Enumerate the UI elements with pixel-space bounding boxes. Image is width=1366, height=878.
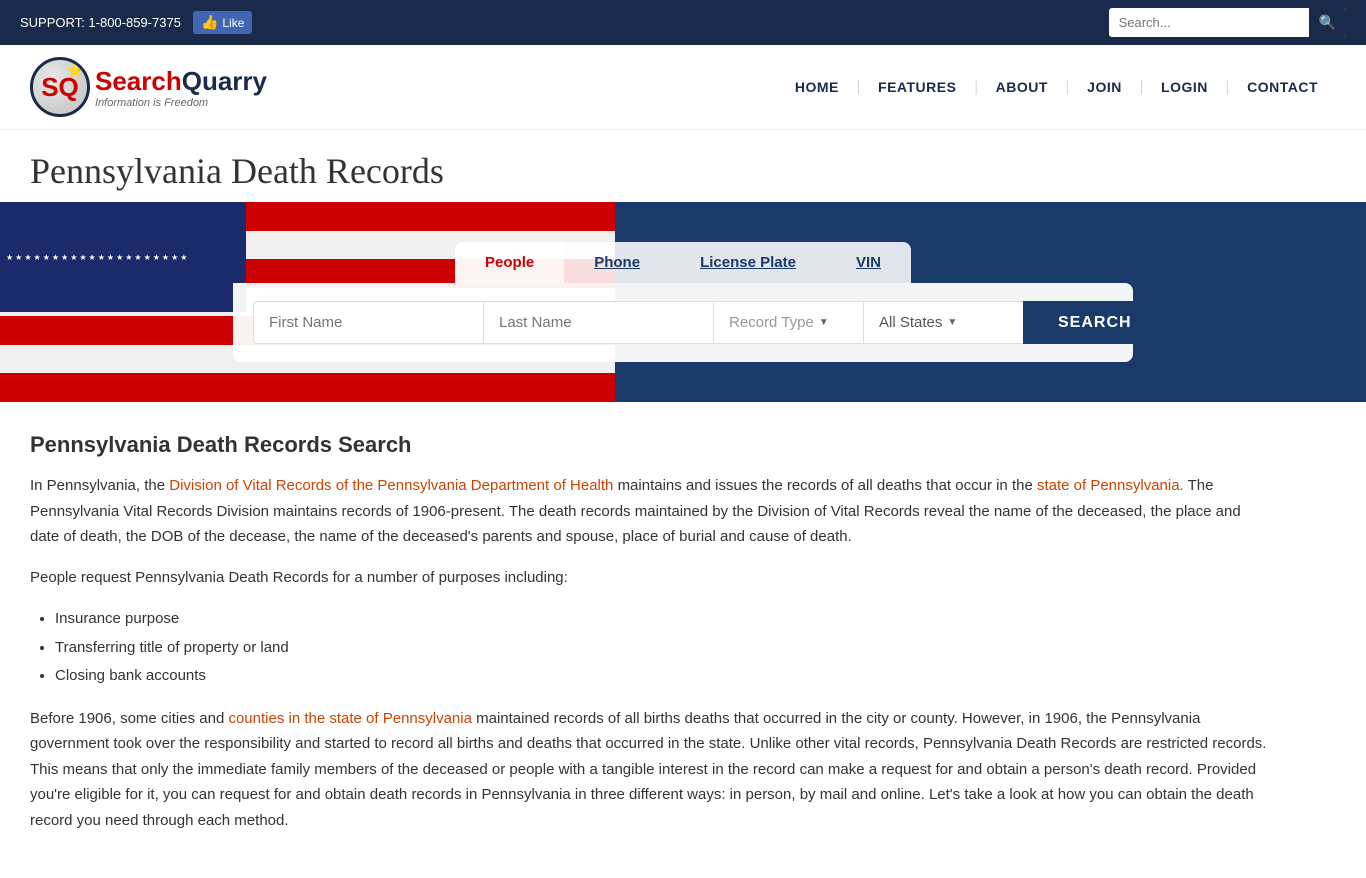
page-title-area: Pennsylvania Death Records xyxy=(0,130,1366,202)
support-phone[interactable]: 1-800-859-7375 xyxy=(88,15,181,30)
star-icon: ★ xyxy=(34,253,41,262)
list-item-bank: Closing bank accounts xyxy=(55,662,1270,691)
support-text: SUPPORT: 1-800-859-7375 xyxy=(20,15,181,30)
list-item-property: Transferring title of property or land xyxy=(55,634,1270,663)
nav-about[interactable]: ABOUT xyxy=(978,79,1066,95)
p1-link-state[interactable]: state of Pennsylvania. xyxy=(1037,477,1184,494)
main-content: Pennsylvania Death Records Search In Pen… xyxy=(0,402,1300,878)
logo-initials: SQ xyxy=(41,72,79,103)
nav-home[interactable]: HOME xyxy=(777,79,857,95)
star-icon: ★ xyxy=(171,253,178,262)
star-icon: ★ xyxy=(79,253,86,262)
tab-people[interactable]: People xyxy=(455,242,564,283)
star-icon: ★ xyxy=(6,253,13,262)
support-label: SUPPORT: xyxy=(20,15,85,30)
logo-icon: SQ ⭐ xyxy=(30,57,90,117)
purposes-list: Insurance purpose Transferring title of … xyxy=(55,605,1270,691)
tab-license-plate[interactable]: License Plate xyxy=(670,242,826,283)
p1-link-vital-records[interactable]: Division of Vital Records of the Pennsyl… xyxy=(169,477,613,494)
star-icon: ★ xyxy=(144,253,151,262)
fb-like-button[interactable]: 👍 Like xyxy=(193,11,252,34)
hero-content: People Phone License Plate VIN Record Ty… xyxy=(233,242,1133,362)
last-name-input[interactable] xyxy=(483,301,713,344)
star-icon: ★ xyxy=(70,253,77,262)
star-icon: ★ xyxy=(61,253,68,262)
nav-login[interactable]: LOGIN xyxy=(1143,79,1226,95)
p3-link-counties[interactable]: counties in the state of Pennsylvania xyxy=(228,710,472,727)
logo-tagline: Information is Freedom xyxy=(95,97,267,109)
section-title: Pennsylvania Death Records Search xyxy=(30,432,1270,458)
star-icon: ★ xyxy=(116,253,123,262)
nav-join[interactable]: JOIN xyxy=(1069,79,1140,95)
record-type-select[interactable]: Record Type ▼ xyxy=(713,301,863,344)
nav-features[interactable]: FEATURES xyxy=(860,79,974,95)
star-icon: ★ xyxy=(52,253,59,262)
p1-text-1: In Pennsylvania, the xyxy=(30,477,169,494)
page-title: Pennsylvania Death Records xyxy=(30,150,1336,192)
states-chevron-down-icon: ▼ xyxy=(947,317,957,328)
paragraph-3: Before 1906, some cities and counties in… xyxy=(30,706,1270,834)
logo-brand-red: Search xyxy=(95,66,182,96)
list-item-insurance: Insurance purpose xyxy=(55,605,1270,634)
tab-phone[interactable]: Phone xyxy=(564,242,670,283)
first-name-input[interactable] xyxy=(253,301,483,344)
stripe-7 xyxy=(0,373,615,402)
main-header: SQ ⭐ SearchQuarry Information is Freedom… xyxy=(0,45,1366,130)
star-icon: ★ xyxy=(107,253,114,262)
search-form: Record Type ▼ All States ▼ SEARCH xyxy=(233,283,1133,362)
p3-text-2: maintained records of all births deaths … xyxy=(30,710,1266,829)
p1-text-2: maintains and issues the records of all … xyxy=(618,477,1037,494)
top-bar-left: SUPPORT: 1-800-859-7375 👍 Like xyxy=(20,11,252,34)
paragraph-2: People request Pennsylvania Death Record… xyxy=(30,565,1270,591)
flag-stars: ★ ★ ★ ★ ★ ★ ★ ★ ★ ★ ★ ★ ★ ★ ★ ★ ★ ★ ★ ★ xyxy=(0,202,246,312)
star-icon: ★ xyxy=(98,253,105,262)
search-tabs: People Phone License Plate VIN xyxy=(455,242,911,283)
paragraph-1: In Pennsylvania, the Division of Vital R… xyxy=(30,473,1270,550)
top-bar: SUPPORT: 1-800-859-7375 👍 Like 🔍 xyxy=(0,0,1366,45)
logo-brand: SearchQuarry xyxy=(95,66,267,97)
star-icon: ★ xyxy=(24,253,31,262)
star-icon: ★ xyxy=(134,253,141,262)
hero-banner: ★ ★ ★ ★ ★ ★ ★ ★ ★ ★ ★ ★ ★ ★ ★ ★ ★ ★ ★ ★ … xyxy=(0,202,1366,402)
search-button[interactable]: SEARCH xyxy=(1023,301,1167,344)
search-icon: 🔍 xyxy=(1319,14,1336,30)
star-icon: ★ xyxy=(89,253,96,262)
all-states-label: All States xyxy=(879,314,942,331)
star-icon: ★ xyxy=(15,253,22,262)
search-tabs-wrapper: People Phone License Plate VIN xyxy=(233,242,1133,283)
record-type-chevron-down-icon: ▼ xyxy=(819,317,829,328)
star-icon: ★ xyxy=(43,253,50,262)
star-icon: ★ xyxy=(153,253,160,262)
star-icon: ★ xyxy=(180,253,187,262)
tab-vin[interactable]: VIN xyxy=(826,242,911,283)
star-icon: ★ xyxy=(162,253,169,262)
top-search-input[interactable] xyxy=(1109,10,1309,35)
p3-text-1: Before 1906, some cities and xyxy=(30,710,228,727)
star-icon: ★ xyxy=(125,253,132,262)
main-nav: HOME | FEATURES | ABOUT | JOIN | LOGIN |… xyxy=(777,78,1336,96)
logo-text-area: SearchQuarry Information is Freedom xyxy=(95,66,267,109)
logo-area[interactable]: SQ ⭐ SearchQuarry Information is Freedom xyxy=(30,57,267,117)
all-states-select[interactable]: All States ▼ xyxy=(863,301,1023,344)
fb-like-label: Like xyxy=(222,16,244,30)
top-search-button[interactable]: 🔍 xyxy=(1309,8,1346,37)
logo-brand-dark: Quarry xyxy=(182,66,267,96)
nav-contact[interactable]: CONTACT xyxy=(1229,79,1336,95)
record-type-label: Record Type xyxy=(729,314,814,331)
top-search-bar[interactable]: 🔍 xyxy=(1109,8,1346,37)
